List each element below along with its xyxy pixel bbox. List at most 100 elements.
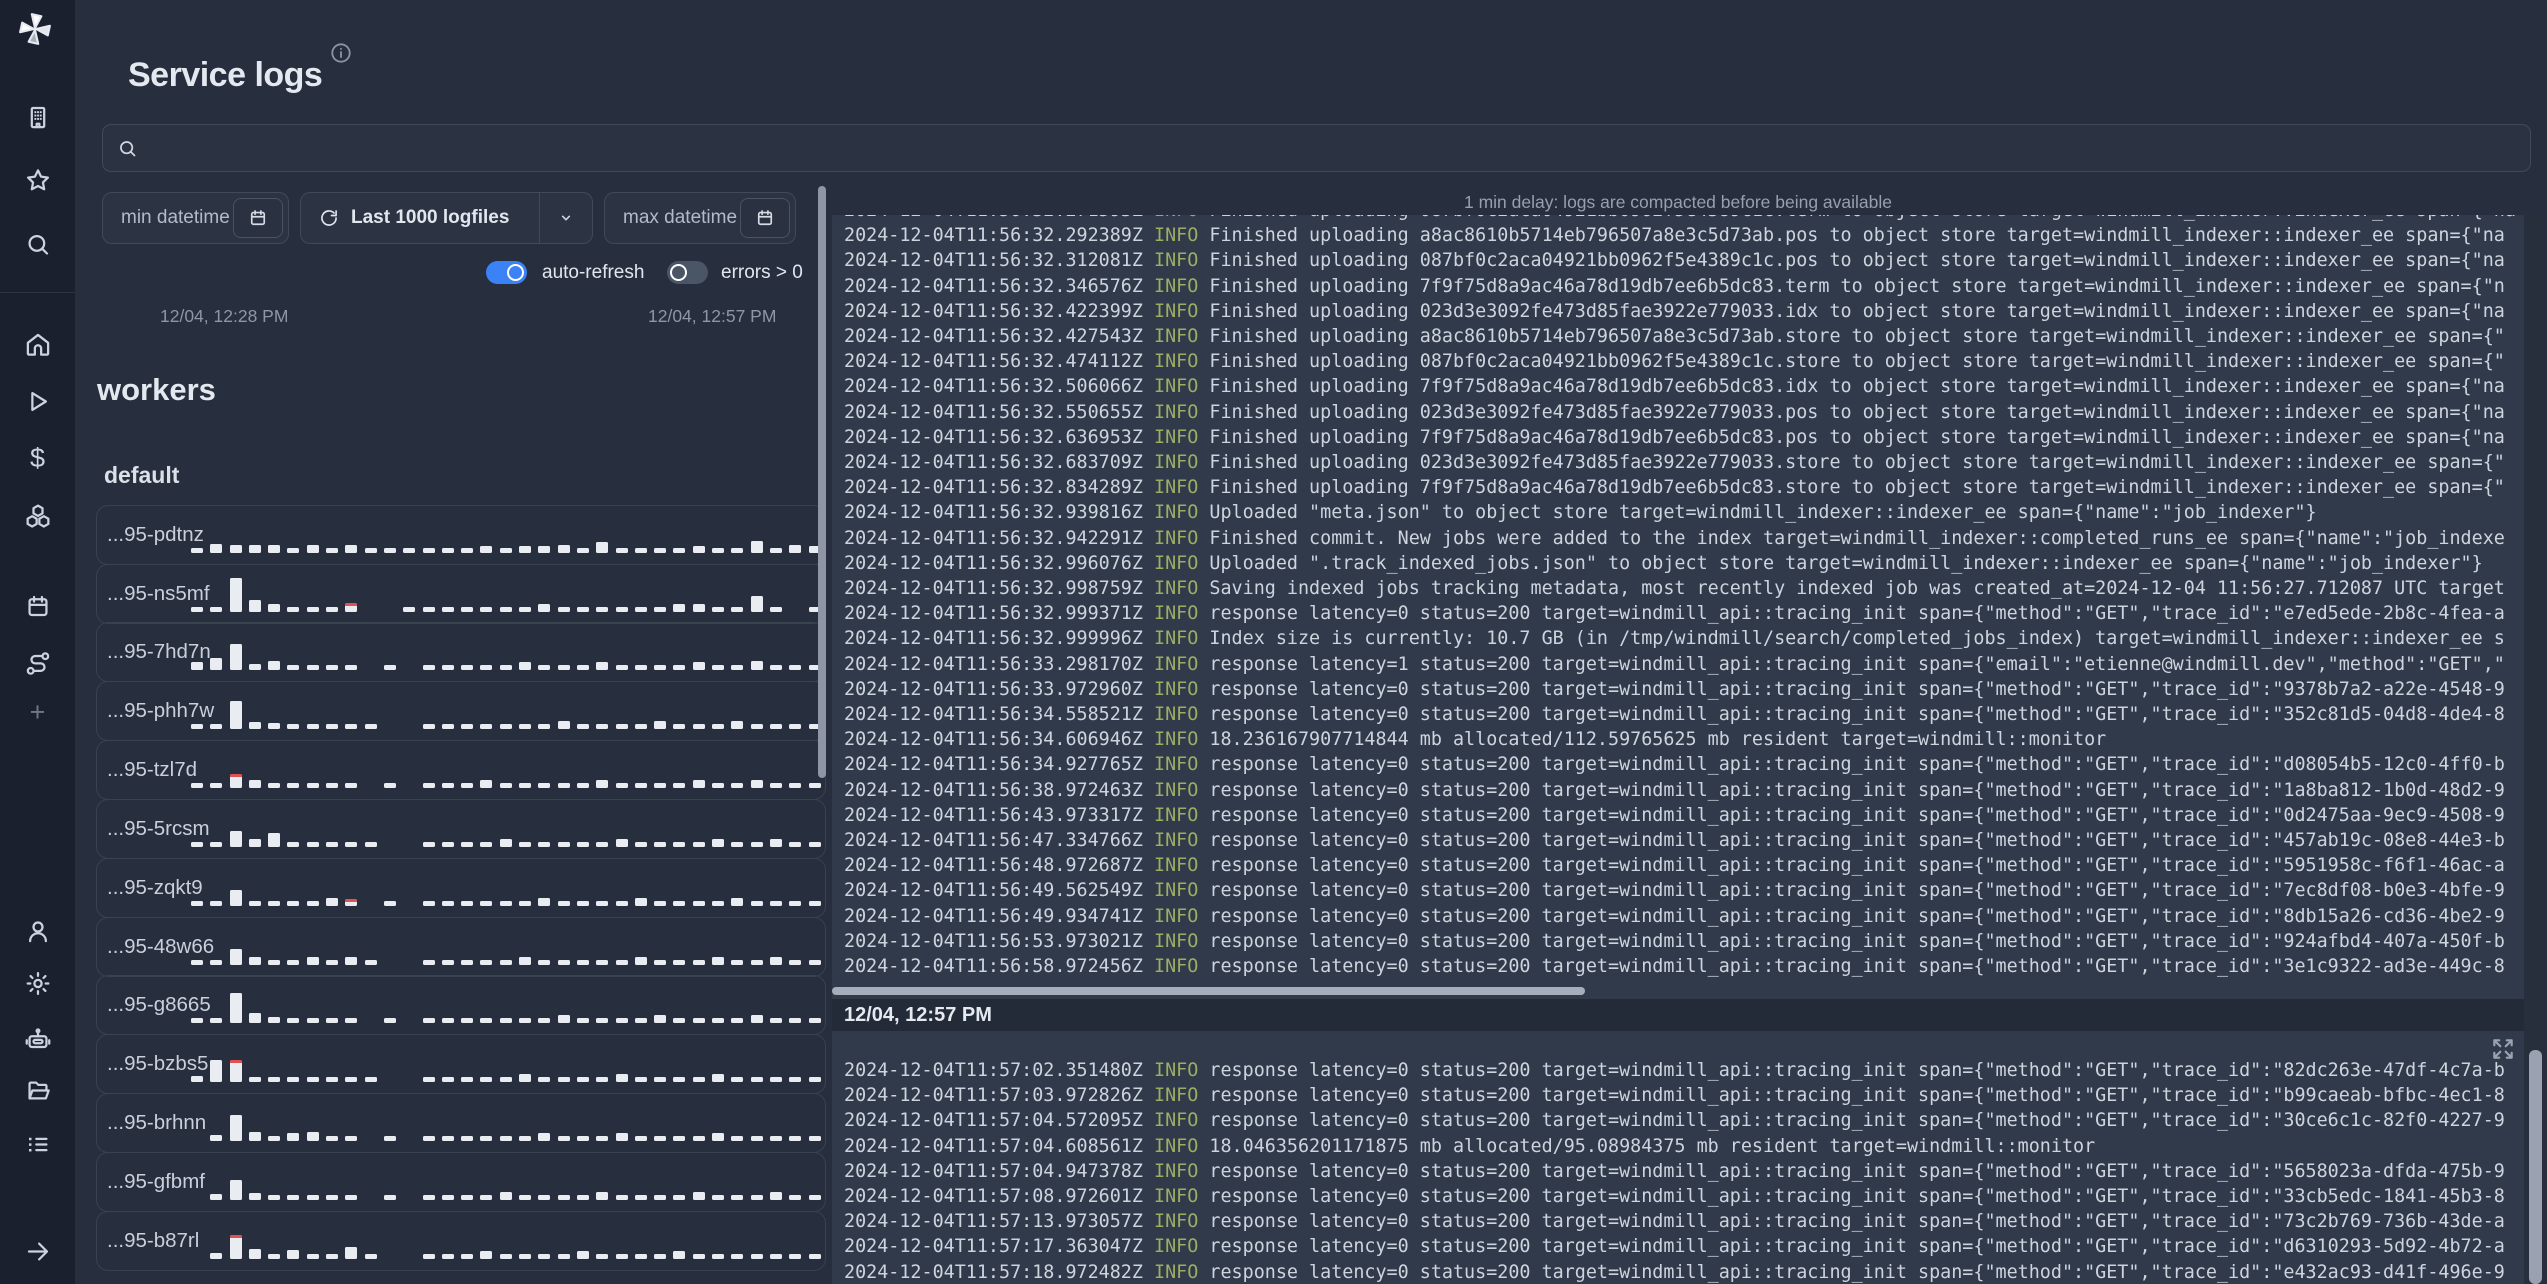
log-line: 2024-12-04T11:56:33.972960Z INFO respons…: [844, 678, 2505, 700]
log-line: 2024-12-04T11:56:33.298170Z INFO respons…: [844, 653, 2505, 675]
worker-activity-sparkline: [191, 866, 821, 906]
log-line: 2024-12-04T11:56:34.558521Z INFO respons…: [844, 704, 2505, 726]
worker-row[interactable]: ...95-zqkt9: [96, 857, 826, 918]
worker-row[interactable]: ...95-b87rl: [96, 1210, 826, 1271]
resources-cubes-icon[interactable]: [24, 502, 51, 529]
search-bar[interactable]: [102, 124, 2531, 172]
schedules-calendar-icon[interactable]: [24, 593, 51, 620]
expand-sidebar-arrow-icon[interactable]: [24, 1238, 51, 1265]
min-datetime-label: min datetime: [121, 207, 230, 228]
workspace-building-icon[interactable]: [24, 104, 51, 131]
max-datetime-filter[interactable]: max datetime: [604, 192, 796, 244]
worker-row[interactable]: ...95-7hd7n: [96, 622, 826, 683]
log-line-partial: 2024-12-04T11:56:32.271593Z INFO Finishe…: [844, 215, 2524, 223]
log-line: 2024-12-04T11:57:08.972601Z INFO respons…: [844, 1186, 2505, 1208]
runs-play-icon[interactable]: [24, 388, 51, 415]
log-line: 2024-12-04T11:56:32.346576Z INFO Finishe…: [844, 275, 2505, 297]
log-line: 2024-12-04T11:56:58.972456Z INFO respons…: [844, 956, 2505, 978]
log-line: 2024-12-04T11:56:34.927765Z INFO respons…: [844, 754, 2505, 776]
worker-name: ...95-tzl7d: [107, 758, 198, 782]
log-line: 2024-12-04T11:56:32.292389Z INFO Finishe…: [844, 225, 2505, 247]
worker-row[interactable]: ...95-brhnn: [96, 1092, 826, 1153]
routes-icon[interactable]: [24, 650, 51, 677]
log-line: 2024-12-04T11:56:34.606946Z INFO 18.2361…: [844, 729, 2107, 751]
page-title: Service logs: [128, 55, 323, 94]
log-delay-notice: 1 min delay: logs are compacted before b…: [1463, 192, 1893, 212]
log-section-header: 12/04, 12:57 PM: [844, 1003, 992, 1026]
max-datetime-label: max datetime: [623, 207, 738, 228]
min-datetime-filter[interactable]: min datetime: [102, 192, 289, 244]
calendar-icon: [250, 210, 266, 226]
worker-row[interactable]: ...95-phh7w: [96, 681, 826, 742]
log-vertical-scrollbar[interactable]: [2529, 1050, 2542, 1284]
log-line: 2024-12-04T11:56:48.972687Z INFO respons…: [844, 855, 2505, 877]
worker-activity-sparkline: [191, 630, 821, 671]
log-line: 2024-12-04T11:56:32.999371Z INFO respons…: [844, 603, 2505, 625]
worker-activity-sparkline: [191, 748, 821, 789]
worker-row[interactable]: ...95-pdtnz: [96, 504, 826, 565]
favorites-star-icon[interactable]: [24, 167, 51, 194]
home-icon[interactable]: [24, 331, 51, 358]
windmill-logo[interactable]: [18, 12, 52, 46]
billing-dollar-icon[interactable]: $: [24, 445, 51, 472]
workers-list: ...95-pdtnz ...95-ns5mf ...95-7hd7n ...95-p…: [96, 504, 826, 1271]
max-datetime-calendar-button[interactable]: [740, 198, 790, 238]
min-datetime-calendar-button[interactable]: [233, 198, 283, 238]
user-icon[interactable]: [24, 918, 51, 945]
worker-row[interactable]: ...95-tzl7d: [96, 740, 826, 801]
folder-open-icon[interactable]: [24, 1077, 51, 1104]
worker-activity-sparkline: [191, 1160, 821, 1200]
log-line: 2024-12-04T11:57:13.973057Z INFO respons…: [844, 1211, 2505, 1233]
logfiles-dropdown[interactable]: Last 1000 logfiles: [300, 192, 593, 244]
errors-toggle[interactable]: [667, 261, 708, 284]
worker-name: ...95-zqkt9: [107, 875, 203, 899]
auto-refresh-toggle[interactable]: [486, 261, 527, 284]
worker-row[interactable]: ...95-ns5mf: [96, 563, 826, 624]
log-line: 2024-12-04T11:56:32.474112Z INFO Finishe…: [844, 351, 2505, 373]
worker-row[interactable]: ...95-5rcsm: [96, 798, 826, 859]
log-line: 2024-12-04T11:56:32.427543Z INFO Finishe…: [844, 326, 2505, 348]
log-horizontal-scrollbar[interactable]: [832, 987, 1585, 995]
workers-scrollbar[interactable]: [818, 186, 826, 778]
log-line: 2024-12-04T11:56:32.998759Z INFO Saving …: [844, 578, 2505, 600]
auto-refresh-label: auto-refresh: [542, 262, 645, 283]
worker-row[interactable]: ...95-gfbmf: [96, 1151, 826, 1212]
worker-activity-sparkline: [191, 1042, 821, 1083]
worker-name: ...95-pdtnz: [107, 522, 204, 546]
search-input[interactable]: [148, 136, 2516, 160]
log-line: 2024-12-04T11:56:53.973021Z INFO respons…: [844, 930, 2505, 952]
log-line: 2024-12-04T11:56:32.550655Z INFO Finishe…: [844, 401, 2505, 423]
log-line: 2024-12-04T11:56:32.422399Z INFO Finishe…: [844, 300, 2505, 322]
log-line: 2024-12-04T11:56:49.562549Z INFO respons…: [844, 880, 2505, 902]
worker-row[interactable]: ...95-g8665: [96, 975, 826, 1036]
worker-row[interactable]: ...95-bzbs5: [96, 1034, 826, 1095]
info-icon[interactable]: [330, 42, 352, 64]
expand-icon[interactable]: [2490, 1036, 2516, 1062]
logfiles-chevron-button[interactable]: [540, 193, 592, 243]
log-block-2[interactable]: 2024-12-04T11:57:02.351480Z INFO respons…: [832, 1031, 2524, 1284]
logfiles-label: Last 1000 logfiles: [351, 207, 510, 228]
log-line: 2024-12-04T11:56:43.973317Z INFO respons…: [844, 804, 2505, 826]
log-line: 2024-12-04T11:56:32.312081Z INFO Finishe…: [844, 250, 2505, 272]
settings-gear-icon[interactable]: [24, 970, 51, 997]
log-block-1[interactable]: 2024-12-04T11:56:32.271593Z INFO Finishe…: [832, 215, 2524, 999]
worker-activity-sparkline: [191, 689, 821, 730]
audit-list-icon[interactable]: [24, 1131, 51, 1158]
search-nav-icon[interactable]: [24, 231, 51, 258]
sidebar-divider: [0, 292, 75, 293]
range-end: 12/04, 12:57 PM: [648, 306, 777, 326]
add-plus-icon[interactable]: +: [24, 699, 51, 726]
log-line: 2024-12-04T11:57:04.947378Z INFO respons…: [844, 1160, 2505, 1182]
log-line: 2024-12-04T11:56:32.506066Z INFO Finishe…: [844, 376, 2505, 398]
ai-bot-icon[interactable]: [24, 1025, 51, 1052]
worker-row[interactable]: ...95-48w66: [96, 916, 826, 977]
errors-label: errors > 0: [721, 262, 803, 283]
log-line: 2024-12-04T11:57:17.363047Z INFO respons…: [844, 1236, 2505, 1258]
worker-activity-sparkline: [191, 572, 821, 612]
log-line: 2024-12-04T11:56:32.636953Z INFO Finishe…: [844, 426, 2505, 448]
range-start: 12/04, 12:28 PM: [160, 306, 289, 326]
search-icon: [117, 138, 138, 159]
log-line: 2024-12-04T11:57:04.572095Z INFO respons…: [844, 1110, 2505, 1132]
log-section-divider: 12/04, 12:57 PM: [832, 999, 2524, 1031]
log-line: 2024-12-04T11:56:32.683709Z INFO Finishe…: [844, 452, 2505, 474]
